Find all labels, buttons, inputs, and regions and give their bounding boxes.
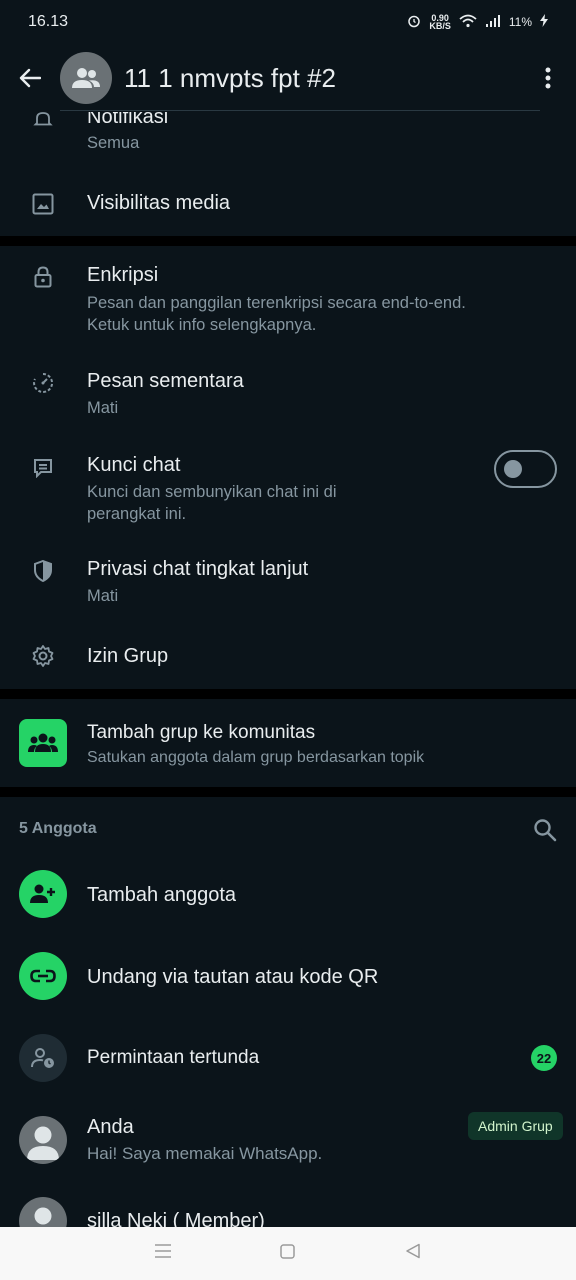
more-vertical-icon [545,67,551,89]
chat-lock-description-line1: Kunci dan sembunyikan chat ini di [87,483,337,501]
pending-requests-label: Permintaan tertunda [87,1047,260,1068]
invite-link-row[interactable]: Undang via tautan atau kode QR [0,944,576,1010]
gear-icon [30,643,56,669]
encryption-description-line2: Ketuk untuk info selengkapnya. [87,316,317,334]
members-count-header: 5 Anggota [19,820,97,837]
pending-count-badge: 22 [531,1045,557,1071]
toggle-knob [504,460,522,478]
chat-lock-icon [30,454,56,480]
add-member-icon-circle [19,870,67,918]
group-icon [72,68,100,88]
add-to-community-label: Tambah grup ke komunitas [87,722,316,743]
member-name: silla Neki ( Member) [87,1210,265,1227]
community-icon [28,733,58,752]
home-button[interactable] [280,1243,296,1264]
add-person-icon [30,884,55,903]
network-speed-unit: KB/S [429,21,451,31]
wifi-icon [459,14,477,31]
chat-lock-row[interactable]: Kunci chat Kunci dan sembunyikan chat in… [0,440,576,536]
link-icon [30,969,56,983]
invite-link-label: Undang via tautan atau kode QR [87,966,379,988]
admin-badge: Admin Grup [468,1112,563,1140]
media-visibility-row[interactable]: Visibilitas media [0,178,576,232]
app-bar-divider [60,110,540,111]
advanced-privacy-value: Mati [87,587,119,605]
default-avatar-icon [27,1126,59,1160]
notifications-value: Semua [87,134,140,152]
encryption-description-line1: Pesan dan panggilan terenkripsi secara e… [87,294,466,312]
status-bar: 16.13 0.90 KB/S 11% [0,0,576,44]
group-avatar[interactable] [60,52,112,104]
member-status: Hai! Saya memakai WhatsApp. [87,1144,323,1163]
app-bar: 11 1 nmvpts fpt #2 [0,44,576,112]
advanced-privacy-row[interactable]: Privasi chat tingkat lanjut Mati [0,546,576,620]
triangle-back-icon [406,1243,420,1259]
chat-lock-toggle[interactable] [494,450,557,488]
invite-link-icon-circle [19,952,67,1000]
system-navigation-bar [0,1227,576,1280]
encryption-row[interactable]: Enkripsi Pesan dan panggilan terenkripsi… [0,250,576,350]
shield-icon [30,558,56,584]
square-icon [280,1243,296,1259]
battery-level: 11% [508,15,532,29]
avatar [19,1197,67,1227]
add-to-community-description: Satukan anggota dalam grup berdasarkan t… [87,749,425,766]
search-icon [534,819,557,842]
section-divider [0,787,576,797]
group-permissions-row[interactable]: Izin Grup [0,628,576,686]
menu-icon [154,1244,171,1258]
timer-icon [30,370,56,396]
pending-icon-circle [19,1034,67,1082]
pending-requests-row[interactable]: Permintaan tertunda 22 [0,1026,576,1090]
recent-apps-button[interactable] [154,1244,171,1263]
disappearing-messages-row[interactable]: Pesan sementara Mati [0,356,576,432]
add-member-row[interactable]: Tambah anggota [0,862,576,928]
charging-icon [540,14,548,30]
system-back-button[interactable] [405,1243,421,1264]
back-button[interactable] [2,50,58,106]
disappearing-messages-label: Pesan sementara [87,370,244,392]
add-to-community-row[interactable]: Tambah grup ke komunitas Satukan anggota… [0,708,576,780]
search-members-button[interactable] [533,818,561,846]
status-icons: 0.90 KB/S 11% [407,14,548,31]
media-visibility-label: Visibilitas media [87,192,231,214]
member-name: Anda [87,1116,134,1138]
section-divider [0,236,576,246]
add-member-label: Tambah anggota [87,884,237,906]
encryption-label: Enkripsi [87,264,159,286]
avatar [19,1116,67,1164]
chat-lock-label: Kunci chat [87,454,181,476]
default-avatar-icon [34,1207,52,1225]
person-clock-icon [31,1048,54,1068]
alarm-icon [407,14,421,31]
arrow-left-icon [19,68,41,88]
group-title[interactable]: 11 1 nmvpts fpt #2 [124,63,524,94]
group-permissions-label: Izin Grup [87,645,169,667]
community-icon-tile [19,719,67,767]
member-row[interactable]: Anda Hai! Saya memakai WhatsApp. Admin G… [0,1104,576,1180]
status-time: 16.13 [28,13,69,30]
advanced-privacy-label: Privasi chat tingkat lanjut [87,558,309,580]
lock-icon [30,264,56,290]
image-icon [30,191,56,217]
signal-icon [485,14,501,30]
member-row[interactable]: silla Neki ( Member) [0,1186,576,1227]
section-divider [0,689,576,699]
chat-lock-description-line2: perangkat ini. [87,505,187,523]
network-speed: 0.90 KB/S [429,14,451,31]
more-options-button[interactable] [524,54,572,102]
disappearing-messages-value: Mati [87,399,119,417]
